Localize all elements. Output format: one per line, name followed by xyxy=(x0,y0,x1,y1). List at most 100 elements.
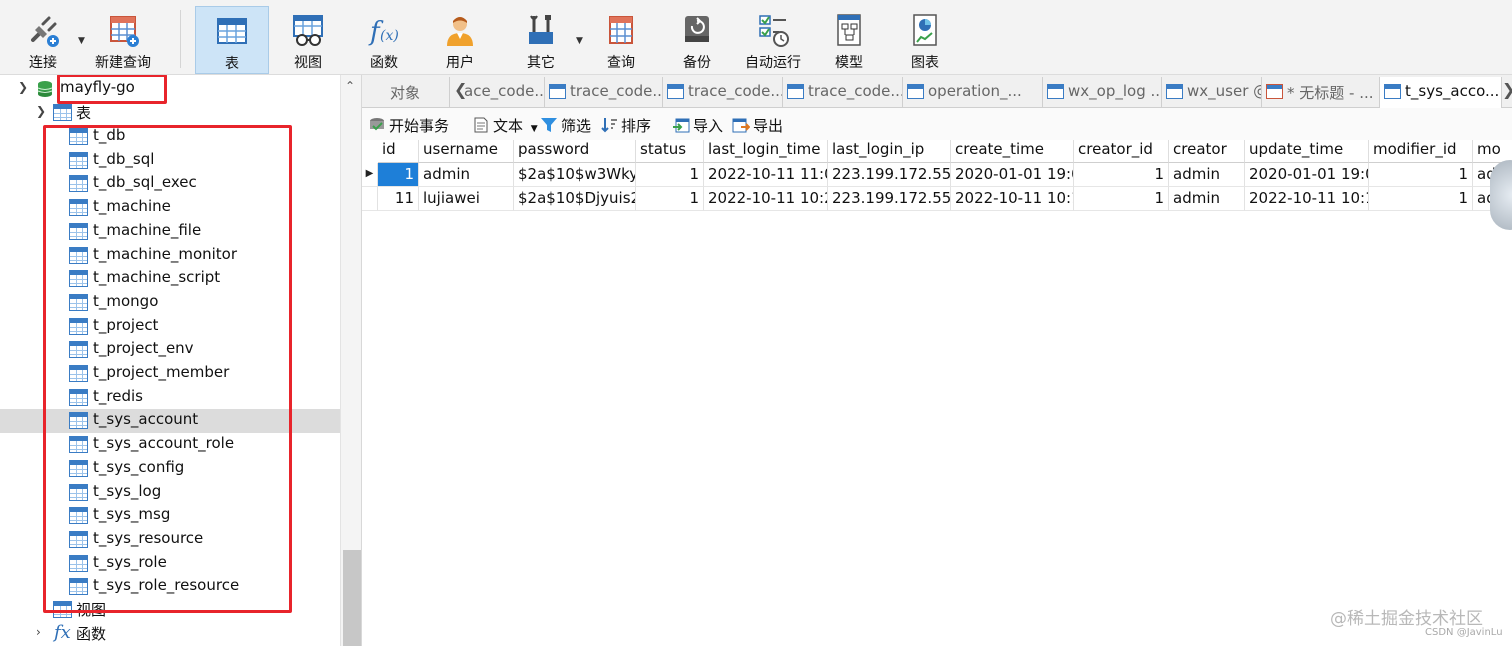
functions-button[interactable]: f (x) 函数 xyxy=(347,6,421,74)
users-button[interactable]: 用户 xyxy=(423,6,497,74)
tab-scroll-right-icon[interactable]: ❯ xyxy=(1502,80,1512,99)
table-cell[interactable]: admin xyxy=(419,163,514,187)
tab-label: trace_code... xyxy=(688,82,783,100)
chevron-down-icon[interactable]: ❯ xyxy=(18,80,28,94)
table-cell[interactable]: 223.199.172.55 xyxy=(828,187,951,211)
functions-group-label: 函数 xyxy=(76,625,107,643)
schedule-icon xyxy=(759,15,789,47)
tab-label: * 无标题 - ... xyxy=(1287,84,1374,102)
begin-transaction-button[interactable]: 开始事务 xyxy=(368,115,449,135)
tab-item[interactable]: * 无标题 - ... xyxy=(1262,77,1380,108)
tab-item[interactable]: trace_code... xyxy=(663,77,783,108)
column-header[interactable]: status xyxy=(636,140,704,163)
floating-assistant-ball[interactable] xyxy=(1490,160,1512,230)
table-cell[interactable]: 2022-10-11 10:2 xyxy=(704,187,828,211)
query-button[interactable]: 查询 xyxy=(584,6,658,74)
import-button[interactable]: 导入 xyxy=(672,115,723,135)
current-row-indicator-icon[interactable]: ▶ xyxy=(362,163,378,187)
table-cell[interactable]: 2022-10-11 11:0 xyxy=(704,163,828,187)
text-dropdown-icon[interactable]: ▼ xyxy=(531,124,538,134)
column-header[interactable]: modifier_id xyxy=(1369,140,1473,163)
scrollbar-thumb[interactable] xyxy=(343,550,361,646)
table-cell[interactable]: 2020-01-01 19:0 xyxy=(951,163,1074,187)
tab-bar: 对象 ❮ ace_code... trace_code... trace_code.… xyxy=(362,75,1512,109)
tab-item[interactable]: trace_code... xyxy=(545,77,663,108)
table-icon xyxy=(787,84,804,99)
views-label: 视图 xyxy=(294,55,322,71)
table-cell[interactable]: $2a$10$Djyuis2W xyxy=(514,187,636,211)
table-cell[interactable]: 2022-10-11 10:1 xyxy=(951,187,1074,211)
charts-button[interactable]: 图表 xyxy=(888,6,962,74)
tree-tables-group[interactable]: ❯ 表 xyxy=(0,101,340,125)
model-button[interactable]: 模型 xyxy=(812,6,886,74)
tree-functions-group[interactable]: › fx 函数 xyxy=(0,622,340,646)
table-cell[interactable]: 223.199.172.55 xyxy=(828,163,951,187)
table-cell[interactable]: $2a$10$w3Wky2 xyxy=(514,163,636,187)
tab-item[interactable]: trace_code... xyxy=(783,77,903,108)
tab-item[interactable]: wx_op_log ... xyxy=(1043,77,1162,108)
table-cell[interactable]: 2020-01-01 19:0 xyxy=(1245,163,1369,187)
others-label: 其它 xyxy=(527,55,555,71)
column-header[interactable]: id xyxy=(378,140,419,163)
navigator-scrollbar[interactable]: ⌃ xyxy=(340,75,361,646)
table-cell[interactable]: admin xyxy=(1169,187,1245,211)
column-header[interactable]: creator_id xyxy=(1074,140,1169,163)
column-header[interactable]: creator xyxy=(1169,140,1245,163)
sort-button[interactable]: 排序 xyxy=(600,115,651,135)
table-icon xyxy=(217,18,247,44)
scroll-up-icon[interactable]: ⌃ xyxy=(345,79,355,93)
tab-objects[interactable]: 对象 xyxy=(362,77,450,108)
new-query-icon xyxy=(110,16,139,47)
tab-item[interactable]: operation_... xyxy=(903,77,1043,108)
views-button[interactable]: 视图 xyxy=(271,6,345,74)
new-query-button[interactable]: 新建查询 xyxy=(86,6,160,74)
tools-icon xyxy=(529,15,553,44)
table-cell[interactable]: lujiawei xyxy=(419,187,514,211)
others-button[interactable]: 其它 xyxy=(504,6,578,74)
import-icon xyxy=(673,118,690,133)
tab-item[interactable]: t_sys_acco... xyxy=(1380,77,1502,109)
toolbar-divider xyxy=(180,10,181,68)
model-label: 模型 xyxy=(835,55,863,71)
tab-item[interactable]: wx_user @... xyxy=(1162,77,1262,108)
plug-icon xyxy=(31,16,59,47)
filter-button[interactable]: 筛选 xyxy=(540,115,591,135)
table-cell[interactable]: 2022-10-11 10:1 xyxy=(1245,187,1369,211)
connect-dropdown-icon[interactable]: ▼ xyxy=(78,36,85,46)
tab-label: trace_code... xyxy=(570,82,663,100)
table-cell[interactable]: admin xyxy=(1169,163,1245,187)
table-cell[interactable]: 1 xyxy=(636,163,704,187)
row-indicator[interactable] xyxy=(362,187,378,211)
chevron-right-icon[interactable]: › xyxy=(36,625,41,639)
export-button[interactable]: 导出 xyxy=(732,115,783,135)
chevron-down-icon[interactable]: ❯ xyxy=(36,104,46,118)
column-header[interactable]: last_login_ip xyxy=(828,140,951,163)
column-header[interactable]: create_time xyxy=(951,140,1074,163)
column-header[interactable]: username xyxy=(419,140,514,163)
column-header[interactable]: last_login_time xyxy=(704,140,828,163)
column-header[interactable]: password xyxy=(514,140,636,163)
table-cell[interactable]: 1 xyxy=(636,187,704,211)
column-header[interactable]: update_time xyxy=(1245,140,1369,163)
table-cell[interactable]: 1 xyxy=(1369,163,1473,187)
table-cell[interactable]: 1 xyxy=(1369,187,1473,211)
table-cell[interactable]: 11 xyxy=(378,187,419,211)
tab-objects-label: 对象 xyxy=(390,84,421,102)
import-label: 导入 xyxy=(693,117,724,135)
data-grid: id username password status last_login_time l… xyxy=(362,140,1512,646)
tab-item[interactable]: ace_code... xyxy=(454,77,545,108)
tables-button[interactable]: 表 xyxy=(195,6,269,74)
user-icon xyxy=(447,17,473,46)
main-toolbar: 连接 ▼ 新建查询 表 视图 f (x) 函数 用户 其它 ▼ 查询 备份 自动… xyxy=(0,0,1512,75)
table-cell[interactable]: 1 xyxy=(1074,163,1169,187)
table-cell[interactable]: 1 xyxy=(378,163,419,187)
automation-button[interactable]: 自动运行 xyxy=(736,6,810,74)
filter-icon xyxy=(541,118,557,132)
backup-button[interactable]: 备份 xyxy=(660,6,734,74)
connect-button[interactable]: 连接 xyxy=(6,6,80,74)
table-cell[interactable]: 1 xyxy=(1074,187,1169,211)
sort-label: 排序 xyxy=(621,117,652,135)
text-button[interactable]: 文本 ▼ xyxy=(472,115,538,135)
tree-database-row[interactable]: ❯ mayfly-go xyxy=(0,77,340,101)
others-dropdown-icon[interactable]: ▼ xyxy=(576,36,583,46)
